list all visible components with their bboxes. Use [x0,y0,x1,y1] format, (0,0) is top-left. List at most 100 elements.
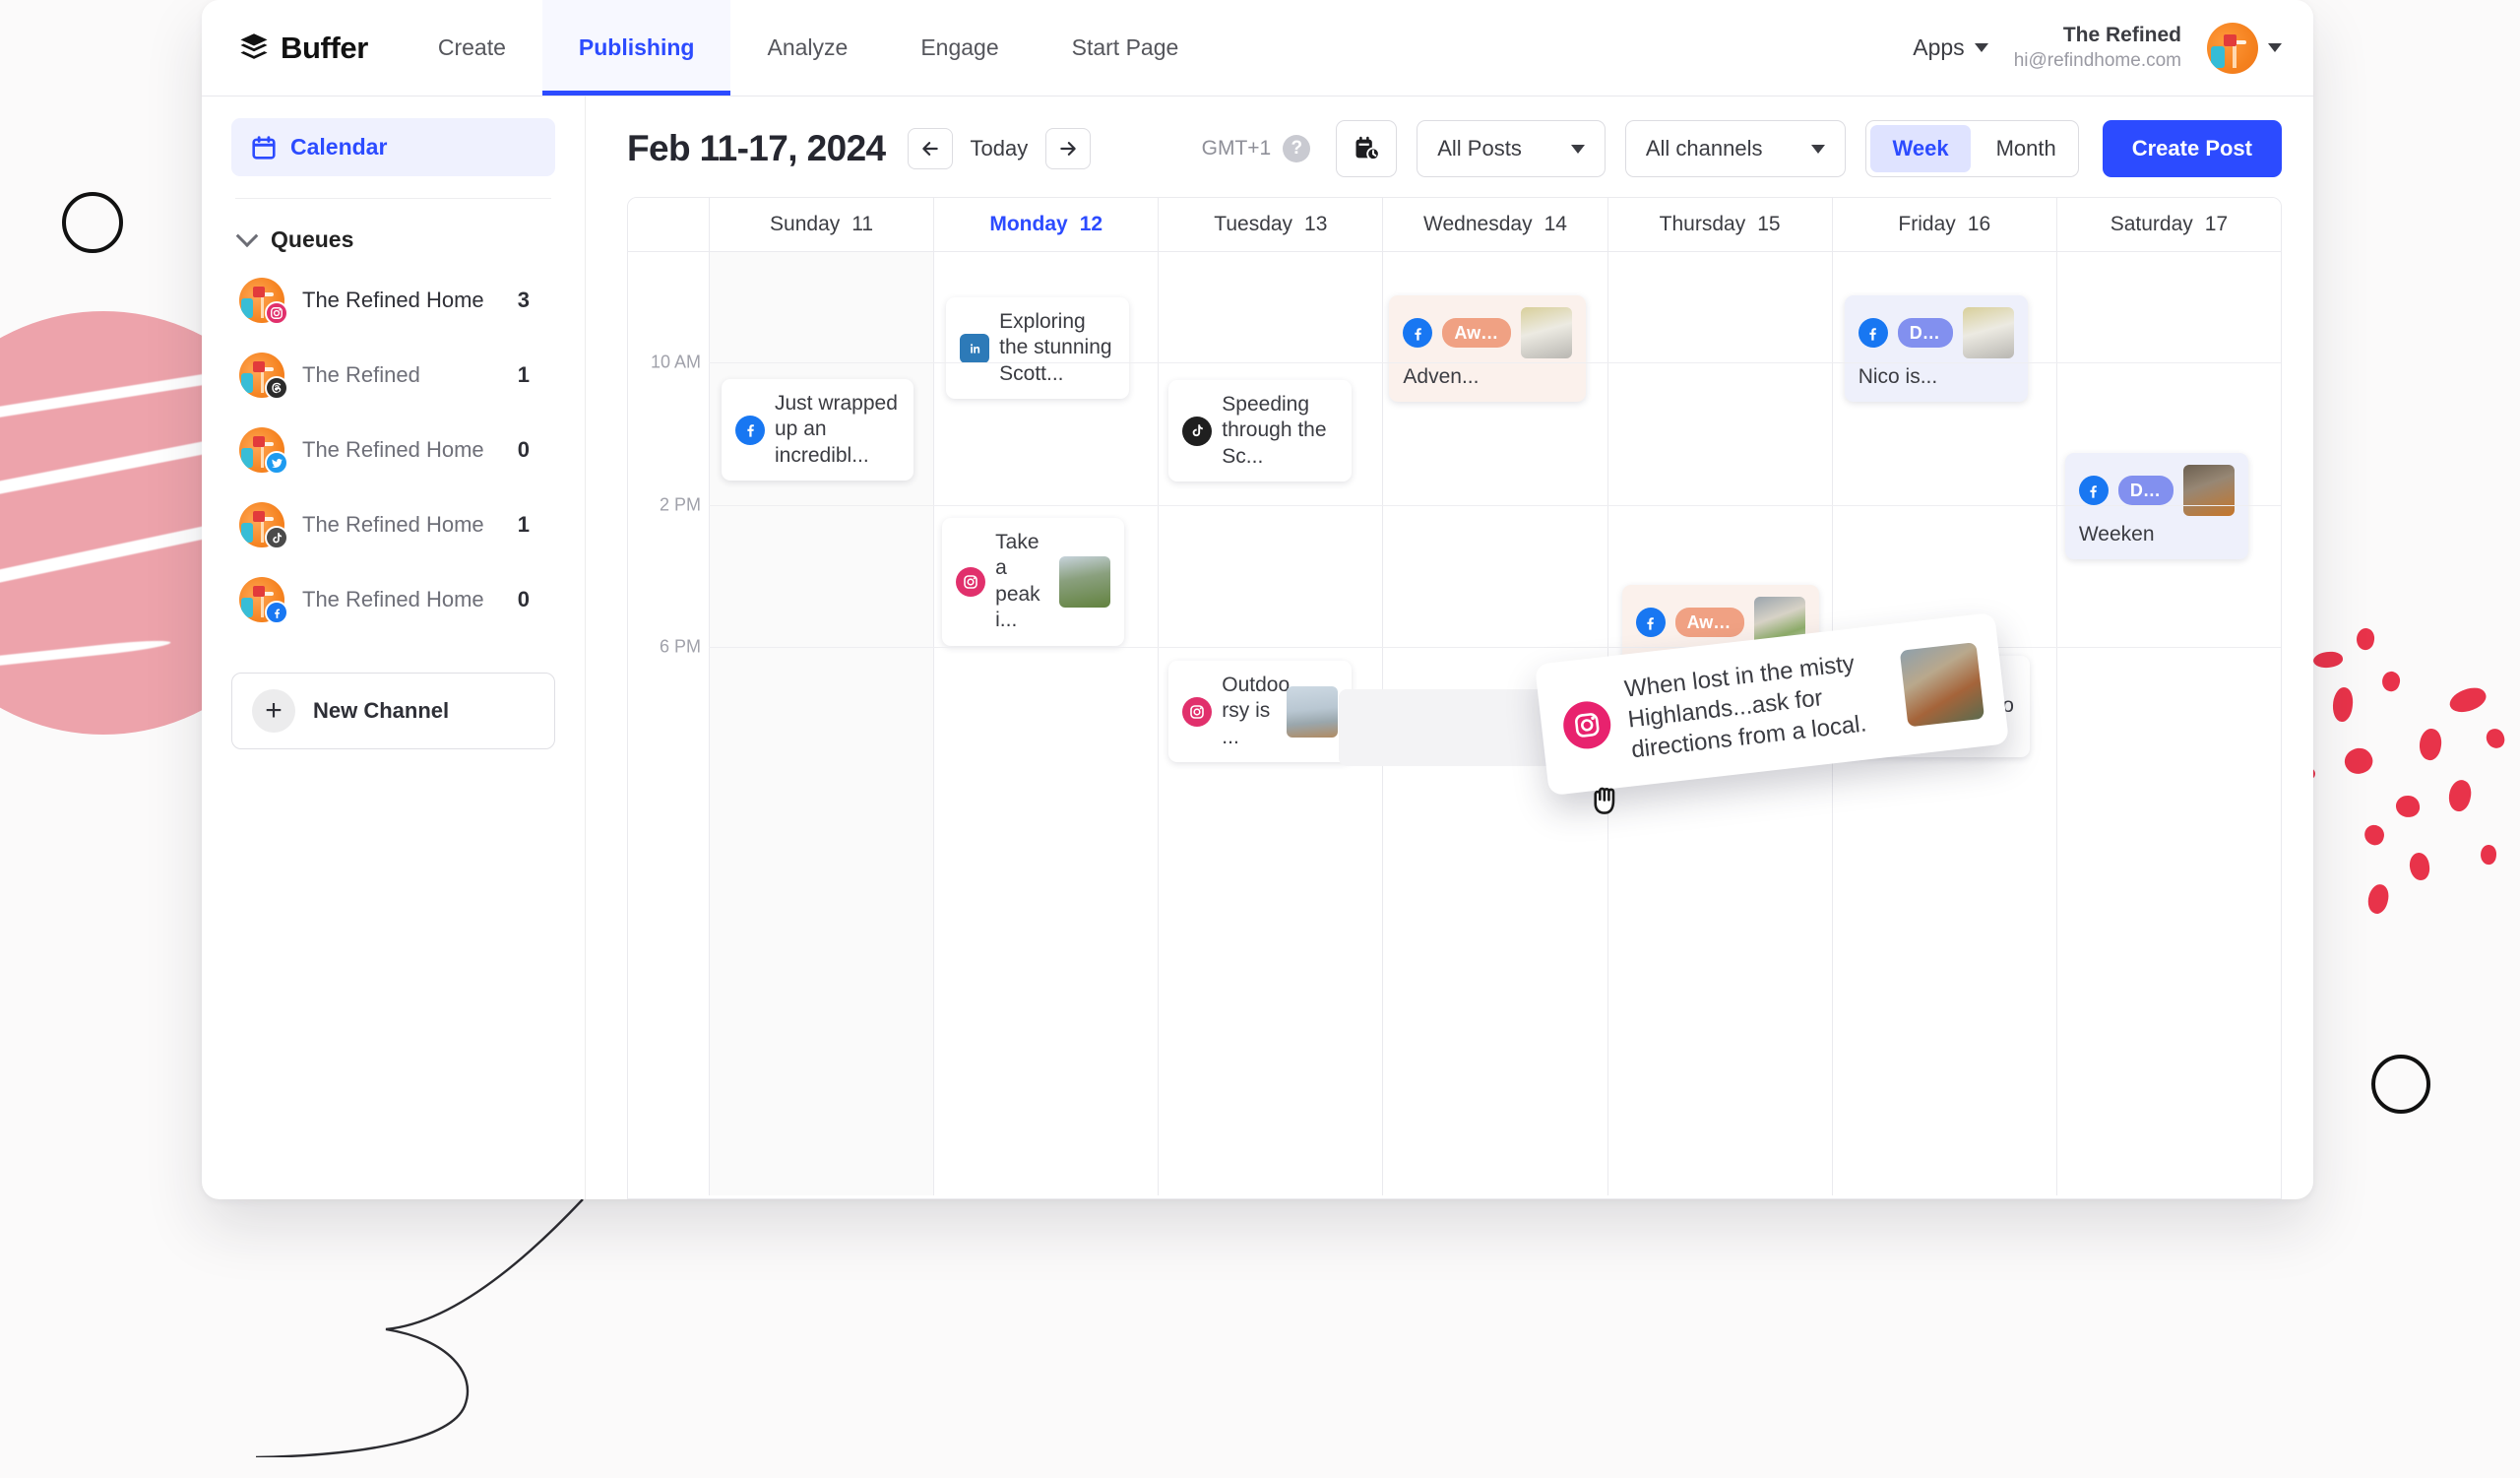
main-panel: Feb 11-17, 2024 Today GMT+1 ? All Posts … [586,96,2313,1199]
sidebar-queue-item[interactable]: The Refined 1 [231,338,555,413]
calendar-post-card[interactable]: Outdoo rsy is ... [1168,661,1353,763]
calendar-day-header-row: Sunday 11 Monday 12 Tuesday 13 Wednesday 14 … [628,198,2281,252]
calendar-post-card[interactable]: Draft Nico is... [1844,295,2028,403]
facebook-icon [1635,608,1666,637]
chevron-down-icon[interactable] [2268,43,2282,52]
avatar [239,502,288,549]
nav-item-publishing[interactable]: Publishing [541,0,731,96]
post-filter-select[interactable]: All Posts [1417,120,1606,177]
calendar-day-header-monday[interactable]: Monday 12 [933,198,1158,251]
time-label: 6 PM [659,636,701,657]
post-thumbnail [2182,465,2235,516]
post-thumbnail [1059,555,1111,608]
account-info[interactable]: The Refined hi@refindhome.com [2014,23,2181,73]
day-name: Wednesday [1423,213,1533,235]
calendar-day-header-wednesday[interactable]: Wednesday 14 [1382,198,1606,251]
view-mode-week[interactable]: Week [1870,125,1971,172]
calendar-toolbar: Feb 11-17, 2024 Today GMT+1 ? All Posts … [586,96,2313,197]
nav-item-label: Start Page [1071,34,1179,60]
calendar-day-header-tuesday[interactable]: Tuesday 13 [1158,198,1382,251]
status-badge: Draft [1897,317,1953,349]
sidebar-queue-item[interactable]: The Refined Home 3 [231,263,555,338]
queue-count: 1 [517,512,530,537]
avatar[interactable] [2207,22,2258,74]
queue-label: The Refined Home [302,587,484,611]
calendar-day-column-saturday[interactable]: Draft Weeken [2055,252,2281,1195]
queues-section-toggle[interactable]: Queues [231,199,555,263]
view-mode-month[interactable]: Month [1975,121,2078,176]
time-gutter: 10 AM 2 PM 6 PM [628,252,709,1195]
day-number: 14 [1544,213,1567,235]
calendar-day-header-saturday[interactable]: Saturday 17 [2055,198,2281,251]
facebook-icon [2078,476,2109,505]
day-number: 13 [1304,213,1328,235]
nav-item-start-page[interactable]: Start Page [1036,0,1216,96]
buffer-logo[interactable]: Buffer [202,0,402,96]
avatar [239,353,288,400]
status-badge: Awaiti... [1442,317,1512,349]
calendar-post-card[interactable]: Exploring the stunning Scott... [946,297,1130,400]
schedule-settings-button[interactable] [1336,120,1398,177]
decorative-curve-line [255,1198,584,1457]
chevron-down-icon [1570,144,1585,154]
post-thumbnail [1287,685,1339,738]
post-text: Weeken [2078,523,2155,546]
calendar-day-column-sunday[interactable]: Just wrapped up an incredibl... [709,252,934,1195]
sidebar-queue-item[interactable]: The Refined Home 1 [231,487,555,562]
day-number: 11 [851,213,874,235]
create-post-button[interactable]: Create Post [2102,120,2282,177]
sidebar: Calendar Queues The Refined Home 3 The R… [202,96,586,1199]
day-number: 15 [1757,213,1781,235]
facebook-icon [265,601,288,624]
help-icon[interactable]: ? [1283,135,1311,162]
calendar-post-card[interactable]: Just wrapped up an incredibl... [722,379,914,482]
day-number: 12 [1079,213,1103,235]
account-name: The Refined [2062,23,2181,46]
post-thumbnail [1521,307,1573,358]
arrow-left-icon [921,142,938,156]
instagram-icon [1182,696,1213,727]
facebook-icon [735,415,765,445]
next-week-button[interactable] [1045,128,1092,169]
plus-icon: + [252,689,295,733]
calendar-post-card[interactable]: Speeding through the Sc... [1168,380,1353,482]
calendar-post-card[interactable]: Awaiti... Adven... [1389,295,1587,403]
channel-filter-select[interactable]: All channels [1624,120,1847,177]
day-number: 17 [2204,213,2229,235]
status-badge: Awaiti... [1674,607,1744,638]
grabbing-hand-cursor [1594,787,1615,814]
time-gutter-header [628,198,709,251]
threads-icon [265,376,288,400]
avatar [239,427,288,475]
nav-item-label: Create [437,34,506,60]
post-text: Take a peak i... [995,531,1040,632]
sidebar-item-calendar[interactable]: Calendar [231,118,555,176]
calendar-post-card[interactable]: Take a peak i... [942,518,1125,646]
twitter-icon [265,451,288,475]
calendar-day-header-friday[interactable]: Friday 16 [1831,198,2056,251]
time-label: 2 PM [659,494,701,515]
nav-item-create[interactable]: Create [402,0,542,96]
apps-menu-button[interactable]: Apps [1913,34,1988,61]
calendar-day-header-thursday[interactable]: Thursday 15 [1606,198,1832,251]
today-button[interactable]: Today [953,136,1046,161]
queue-count: 3 [517,288,530,312]
calendar-day-column-monday[interactable]: Exploring the stunning Scott... Take a p… [933,252,1158,1195]
queue-label: The Refined [302,362,420,387]
chevron-down-icon [235,224,259,247]
sidebar-queue-item[interactable]: The Refined Home 0 [231,562,555,637]
calendar-day-header-sunday[interactable]: Sunday 11 [709,198,933,251]
new-channel-button[interactable]: + New Channel [231,673,555,749]
day-number: 16 [1967,213,1991,235]
previous-week-button[interactable] [907,128,953,169]
sidebar-queue-item[interactable]: The Refined Home 0 [231,413,555,487]
calendar-post-card[interactable]: Draft Weeken [2064,453,2248,560]
queue-label: The Refined Home [302,437,484,462]
queue-label: The Refined Home [302,512,484,537]
nav-item-engage[interactable]: Engage [884,0,1035,96]
facebook-icon [1403,318,1433,348]
post-text: Speeding through the Sc... [1222,393,1327,468]
nav-item-analyze[interactable]: Analyze [730,0,884,96]
queue-count: 0 [517,587,530,611]
nav-item-label: Analyze [767,34,849,60]
